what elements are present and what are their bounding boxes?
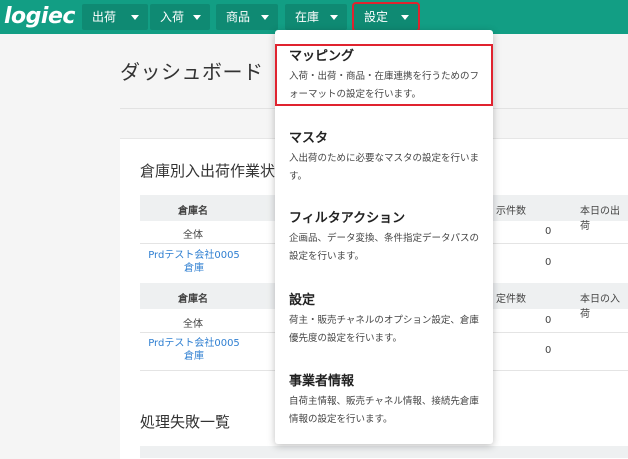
menu-item-description: 荷主・販売チャネルのオプション設定、倉庫優先度の設定を行います。 [289, 315, 479, 344]
chevron-down-icon [330, 15, 338, 20]
menu-item-master[interactable]: マスタ 入出荷のために必要なマスタの設定を行います。 [275, 130, 493, 192]
table-cell-count: 0 [545, 315, 552, 326]
column-header-count: 定件数 [496, 294, 526, 305]
table-header-row [140, 446, 628, 458]
warehouse-link[interactable]: Prdテスト会社0005 倉庫 [148, 249, 240, 275]
table-cell-count: 0 [545, 226, 552, 237]
column-header-warehouse: 倉庫名 [178, 206, 208, 217]
menu-item-title: マスタ [289, 131, 329, 146]
table-cell-count: 0 [545, 257, 552, 268]
nav-shipping-label: 出荷 [92, 10, 117, 24]
menu-item-filter-action[interactable]: フィルタアクション 企画品、データ変換、条件指定データパスの設定を行います。 [275, 210, 493, 272]
menu-item-title: 事業者情報 [289, 374, 355, 389]
page-title: ダッシュボード [120, 60, 264, 84]
chevron-down-icon [193, 15, 201, 20]
settings-dropdown-menu: マッピング 入荷・出荷・商品・在庫連携を行うためのフォーマットの設定を行います。… [275, 30, 493, 444]
logo[interactable]: logiec [4, 2, 75, 32]
column-header-count: 示件数 [496, 206, 526, 217]
column-header-today: 本日の出荷 [580, 206, 620, 232]
chevron-down-icon [401, 15, 409, 20]
menu-item-description: 企画品、データ変換、条件指定データパスの設定を行います。 [289, 233, 480, 262]
failure-section-title: 処理失敗一覧 [140, 413, 231, 431]
column-header-today: 本日の入荷 [580, 294, 620, 320]
nav-shipping-dropdown[interactable]: 出荷 [82, 4, 148, 30]
menu-item-title: フィルタアクション [289, 211, 406, 226]
nav-products-label: 商品 [226, 10, 251, 24]
menu-item-description: 入荷・出荷・商品・在庫連携を行うためのフォーマットの設定を行います。 [289, 71, 480, 100]
nav-receiving-label: 入荷 [160, 10, 185, 24]
nav-inventory-dropdown[interactable]: 在庫 [285, 4, 347, 30]
nav-receiving-dropdown[interactable]: 入荷 [150, 4, 210, 30]
menu-item-title: マッピング [289, 49, 355, 64]
menu-item-settings[interactable]: 設定 荷主・販売チャネルのオプション設定、倉庫優先度の設定を行います。 [275, 292, 493, 354]
chevron-down-icon [261, 15, 269, 20]
column-header-warehouse: 倉庫名 [178, 294, 208, 305]
warehouse-link[interactable]: Prdテスト会社0005 倉庫 [148, 337, 240, 363]
warehouse-section-title: 倉庫別入出荷作業状 [140, 162, 276, 180]
nav-settings-dropdown[interactable]: 設定 [352, 2, 420, 32]
nav-settings-label: 設定 [364, 10, 389, 24]
menu-item-mapping[interactable]: マッピング 入荷・出荷・商品・在庫連携を行うためのフォーマットの設定を行います。 [275, 44, 493, 106]
menu-item-title: 設定 [289, 293, 316, 308]
chevron-down-icon [131, 15, 139, 20]
table-cell-warehouse: 全体 [183, 230, 203, 241]
top-navbar: logiec 出荷 入荷 商品 在庫 設定 [0, 0, 628, 34]
menu-item-business-info[interactable]: 事業者情報 自荷主情報、販売チャネル情報、接続先倉庫情報の設定を行います。 [275, 373, 493, 435]
menu-item-description: 入出荷のために必要なマスタの設定を行います。 [289, 153, 480, 182]
table-cell-warehouse: 全体 [183, 319, 203, 330]
nav-inventory-label: 在庫 [295, 10, 320, 24]
menu-item-description: 自荷主情報、販売チャネル情報、接続先倉庫情報の設定を行います。 [289, 396, 479, 425]
table-cell-count: 0 [545, 345, 552, 356]
nav-products-dropdown[interactable]: 商品 [216, 4, 278, 30]
